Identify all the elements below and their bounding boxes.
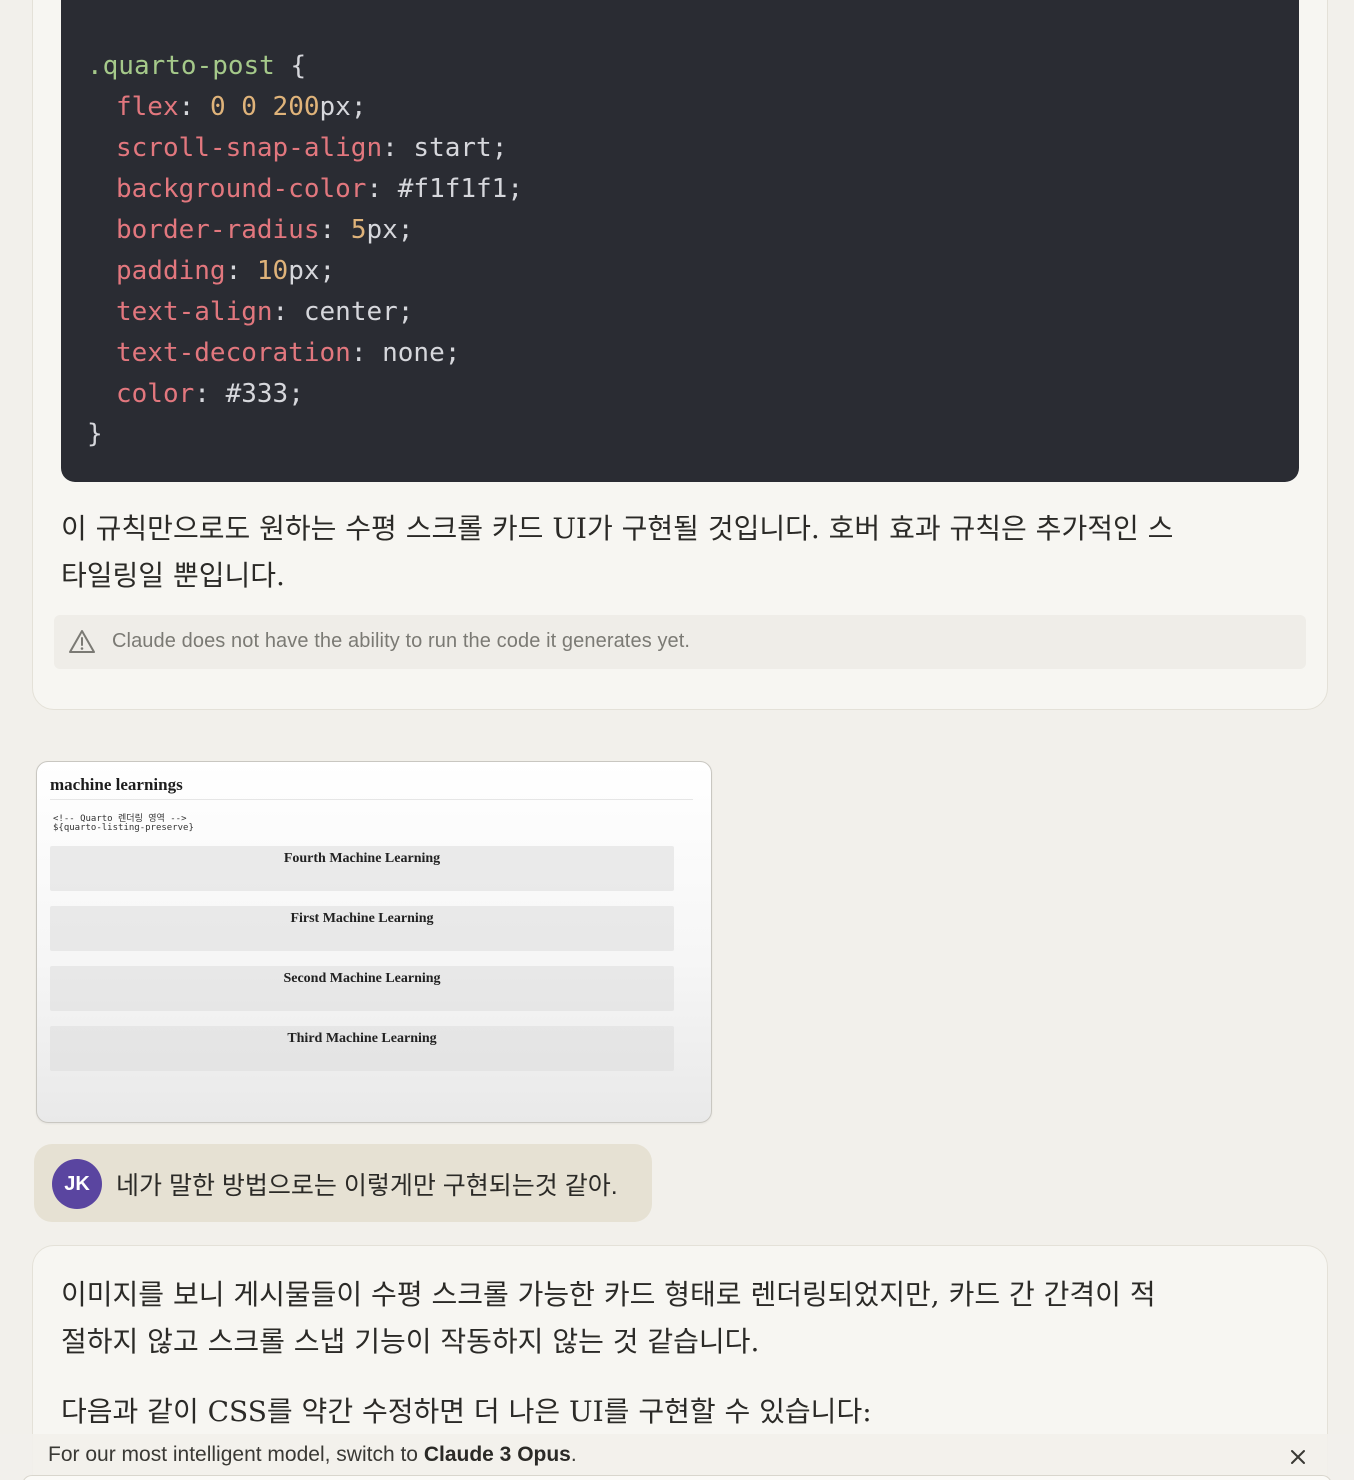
avatar: JK <box>52 1159 102 1209</box>
code-line: scroll-snap-align: start; <box>116 133 508 163</box>
user-message-text: 네가 말한 방법으로는 이렇게만 구현되는것 같아. <box>116 1172 618 1200</box>
paragraph-line: 이미지를 보니 게시물들이 수평 스크롤 가능한 카드 형태로 렌더링되었지만,… <box>61 1278 1156 1311</box>
screenshot-title: machine learnings <box>50 775 183 794</box>
code-execution-notice: Claude does not have the ability to run … <box>54 615 1306 669</box>
notice-text: Claude does not have the ability to run … <box>112 630 691 652</box>
post-card-title: Fourth Machine Learning <box>283 851 441 866</box>
code-line: padding: 10px; <box>116 256 336 286</box>
css-property: flex <box>116 92 179 122</box>
screenshot-code-line: ${quarto-listing-preserve} <box>53 823 194 833</box>
paragraph-line: 절하지 않고 스크롤 스냅 기능이 작동하지 않는 것 같습니다. <box>61 1325 760 1358</box>
banner-prefix: For our most intelligent model, switch t… <box>48 1443 424 1466</box>
code-line: color: #333; <box>116 379 304 409</box>
css-property: text-decoration <box>116 338 351 368</box>
css-selector: .quarto-post <box>87 51 275 81</box>
open-brace: { <box>290 51 307 81</box>
css-property: color <box>116 379 195 409</box>
assistant-paragraph: 다음과 같이 CSS를 약간 수정하면 더 나은 UI를 구현할 수 있습니다: <box>61 1388 1251 1435</box>
css-value: px <box>288 256 320 286</box>
post-card: Fourth Machine Learning <box>50 846 674 891</box>
attached-screenshot[interactable]: machine learnings <!-- Quarto 렌더링 영역 -->… <box>36 761 712 1123</box>
paragraph-line: 이 규칙만으로도 원하는 수평 스크롤 카드 UI가 구현될 것입니다. 호버 … <box>61 512 1174 545</box>
code-line: text-decoration: none; <box>116 338 461 368</box>
css-number: 10 <box>256 256 289 286</box>
post-card: Second Machine Learning <box>50 966 674 1011</box>
warning-icon <box>69 630 95 653</box>
post-card-title: Second Machine Learning <box>283 971 441 986</box>
css-value: px <box>319 92 351 122</box>
css-property: scroll-snap-align <box>116 133 383 163</box>
css-number: 5 <box>350 215 367 245</box>
code-line: .quarto-post { <box>87 51 306 81</box>
css-property: padding <box>116 256 226 286</box>
css-property: background-color <box>116 174 367 204</box>
css-value: none <box>382 338 445 368</box>
banner-suffix: . <box>570 1443 577 1466</box>
css-property: text-align <box>116 297 273 327</box>
css-property: border-radius <box>116 215 320 245</box>
assistant-paragraph: 이미지를 보니 게시물들이 수평 스크롤 가능한 카드 형태로 렌더링되었지만,… <box>61 1271 1251 1365</box>
assistant-paragraph: 이 규칙만으로도 원하는 수평 스크롤 카드 UI가 구현될 것입니다. 호버 … <box>61 505 1251 599</box>
code-line: flex: 0 0 200px; <box>116 92 367 122</box>
code-line: background-color: #f1f1f1; <box>116 174 523 204</box>
code-line: } <box>87 419 103 449</box>
message-input-edge[interactable] <box>22 1475 1332 1480</box>
post-card-title: First Machine Learning <box>290 911 434 926</box>
css-value: #f1f1f1 <box>397 174 508 204</box>
opus-model-link[interactable]: Claude 3 Opus <box>424 1443 571 1466</box>
model-switch-banner: For our most intelligent model, switch t… <box>0 1434 1354 1480</box>
css-value: start <box>413 133 492 163</box>
post-card: Third Machine Learning <box>50 1026 674 1071</box>
code-line: border-radius: 5px; <box>116 215 414 245</box>
css-value: px <box>366 215 398 245</box>
code-block: .quarto-post { flex: 0 0 200px; scroll-s… <box>61 0 1299 482</box>
css-value: #333 <box>225 379 289 409</box>
paragraph-line: 타일링일 뿐입니다. <box>61 559 285 592</box>
paragraph-line: 다음과 같이 CSS를 약간 수정하면 더 나은 UI를 구현할 수 있습니다: <box>61 1395 872 1428</box>
close-brace: } <box>87 419 103 449</box>
banner-text: For our most intelligent model, switch t… <box>48 1443 577 1467</box>
close-icon[interactable] <box>1284 1443 1312 1471</box>
post-card-title: Third Machine Learning <box>287 1031 437 1046</box>
css-value: center <box>303 297 398 327</box>
user-message: JK 네가 말한 방법으로는 이렇게만 구현되는것 같아. <box>34 1144 652 1222</box>
divider <box>50 799 693 800</box>
post-card: First Machine Learning <box>50 906 674 951</box>
code-line: text-align: center; <box>116 297 414 327</box>
css-number: 0 0 200 <box>209 92 320 122</box>
